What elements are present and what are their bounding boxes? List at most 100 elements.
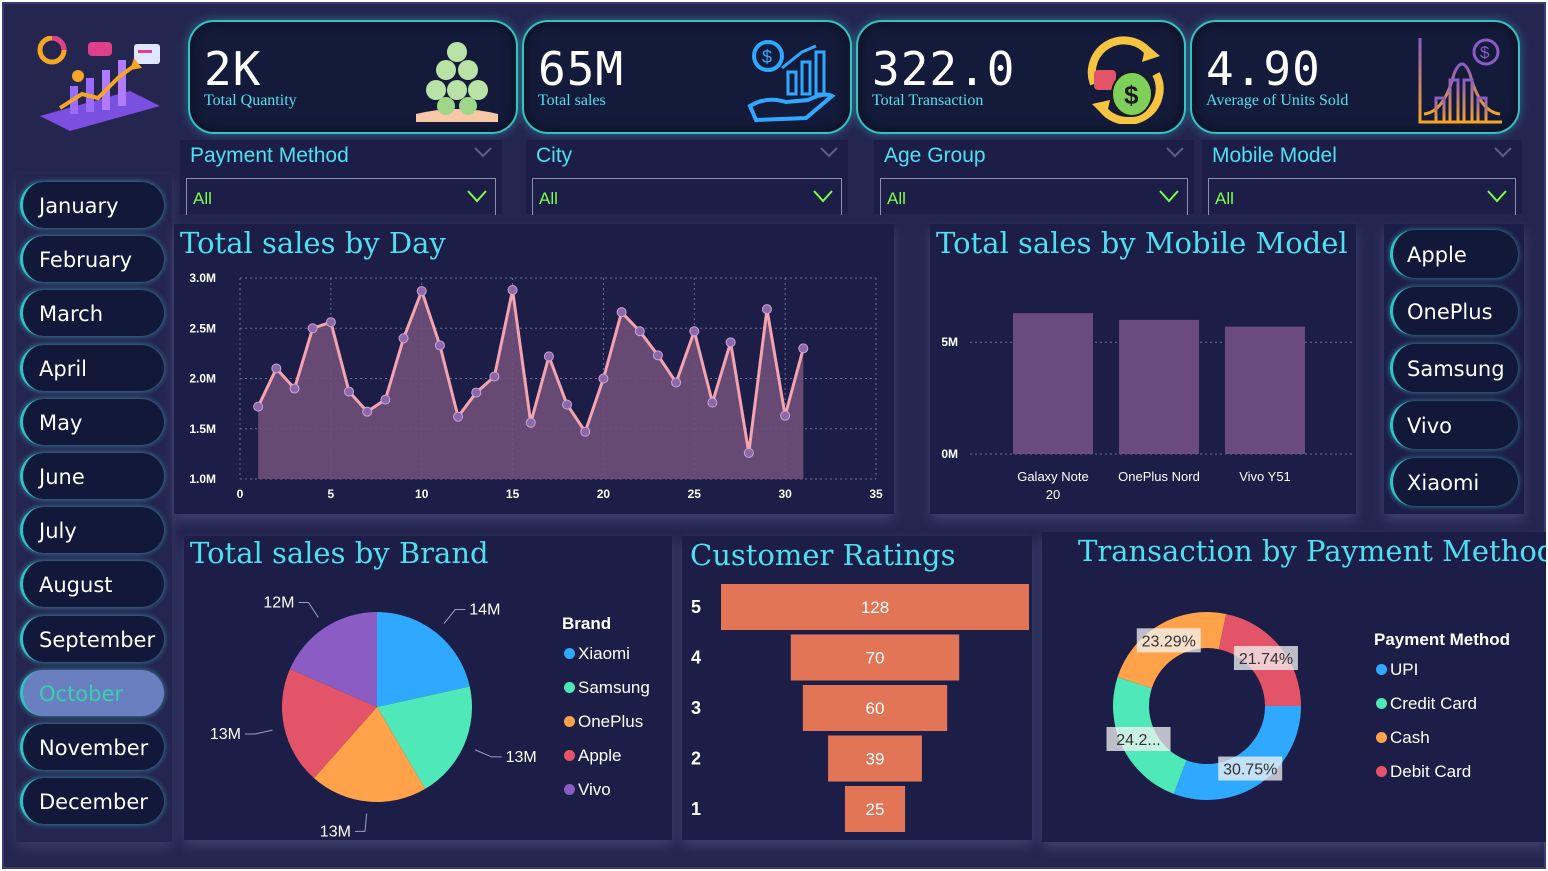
data-point[interactable] <box>271 363 282 374</box>
brand-button-vivo[interactable]: Vivo <box>1390 401 1518 449</box>
data-point[interactable] <box>798 343 809 354</box>
legend-label: Cash <box>1390 728 1430 747</box>
data-point[interactable] <box>562 399 573 410</box>
month-button-june[interactable]: June <box>20 453 164 499</box>
data-point[interactable] <box>725 337 736 348</box>
slicer-dropdown[interactable]: All <box>532 178 842 215</box>
month-button-october[interactable]: October <box>20 669 164 716</box>
month-button-april[interactable]: April <box>20 344 164 391</box>
chevron-down-icon[interactable] <box>1487 189 1507 203</box>
data-point[interactable] <box>398 333 409 344</box>
chevron-down-icon[interactable] <box>467 189 487 203</box>
data-point[interactable] <box>325 317 336 328</box>
month-button-january[interactable]: January <box>20 182 164 228</box>
data-point[interactable] <box>453 411 464 422</box>
data-point[interactable] <box>580 426 591 437</box>
slicer-payment-method[interactable]: Payment Method All <box>180 140 502 215</box>
model-bar-chart[interactable]: 0M 5M Galaxy Note 20 OnePlus Nord Vivo Y51 <box>930 224 1356 514</box>
data-point[interactable] <box>344 386 355 397</box>
area-fill <box>258 290 804 479</box>
payment-donut-chart[interactable]: 30.75% 24.2... 23.29% 21.74% <box>1042 532 1372 842</box>
legend-dot <box>564 750 575 761</box>
data-point[interactable] <box>761 304 772 315</box>
data-point[interactable] <box>743 447 754 458</box>
slicer-dropdown[interactable]: All <box>186 178 496 215</box>
data-point[interactable] <box>362 406 373 417</box>
data-point[interactable] <box>707 397 718 408</box>
data-point[interactable] <box>507 285 518 296</box>
x-tick-label: Vivo Y51 <box>1239 469 1291 484</box>
data-point[interactable] <box>471 387 482 398</box>
chevron-down-icon[interactable] <box>1166 146 1184 158</box>
day-area-chart[interactable]: 1.0M 1.5M 2.0M 2.5M 3.0M 0 5 10 15 20 25 30 35 <box>174 224 894 514</box>
month-button-november[interactable]: November <box>20 724 164 770</box>
month-button-february[interactable]: February <box>20 236 164 283</box>
brand-button-samsung[interactable]: Samsung <box>1390 344 1518 392</box>
data-point[interactable] <box>307 323 318 334</box>
month-button-december[interactable]: December <box>20 778 164 825</box>
legend-item[interactable]: Credit Card <box>1376 694 1477 714</box>
data-point[interactable] <box>525 417 536 428</box>
ratings-funnel-chart[interactable]: 128 5 70 4 60 3 39 2 25 1 <box>682 536 1032 840</box>
chevron-down-icon[interactable] <box>1494 146 1512 158</box>
data-label: 24.2... <box>1116 732 1160 749</box>
brand-button-xiaomi[interactable]: Xiaomi <box>1390 458 1518 506</box>
data-point[interactable] <box>253 401 264 412</box>
data-point[interactable] <box>689 326 700 337</box>
legend-item[interactable]: Xiaomi <box>564 644 630 664</box>
data-label: 30.75% <box>1223 762 1277 779</box>
legend-item[interactable]: OnePlus <box>564 712 643 732</box>
legend-label: Vivo <box>578 780 611 799</box>
legend-item[interactable]: Debit Card <box>1376 762 1471 782</box>
data-point[interactable] <box>489 371 500 382</box>
slicer-city[interactable]: City All <box>526 140 848 215</box>
label-leader <box>443 609 466 624</box>
data-point[interactable] <box>416 286 427 297</box>
bar[interactable] <box>1225 326 1305 454</box>
month-button-august[interactable]: August <box>20 561 164 608</box>
legend-item[interactable]: Vivo <box>564 780 611 800</box>
data-point[interactable] <box>380 394 391 405</box>
money-stack-icon <box>416 42 498 122</box>
month-label: May <box>39 410 83 435</box>
legend-dot <box>1376 766 1387 777</box>
data-point[interactable] <box>616 307 627 318</box>
chevron-down-icon[interactable] <box>474 146 492 158</box>
data-point[interactable] <box>671 377 682 388</box>
slicer-dropdown[interactable]: All <box>880 178 1188 215</box>
legend-dot <box>564 648 575 659</box>
month-button-may[interactable]: May <box>20 398 164 445</box>
data-point[interactable] <box>434 340 445 351</box>
legend-item[interactable]: Apple <box>564 746 621 766</box>
data-point[interactable] <box>598 373 609 384</box>
data-point[interactable] <box>543 351 554 362</box>
chevron-down-icon[interactable] <box>813 189 833 203</box>
chart-sales-by-model: Total sales by Mobile Model 0M 5M Galaxy N… <box>930 224 1356 514</box>
data-label: 23.29% <box>1142 633 1196 650</box>
bar[interactable] <box>1013 313 1093 454</box>
donut-slice[interactable] <box>1173 706 1301 800</box>
slicer-dropdown[interactable]: All <box>1208 178 1516 215</box>
data-point[interactable] <box>652 350 663 361</box>
logo-panel <box>26 14 174 148</box>
data-point[interactable] <box>289 383 300 394</box>
legend-item[interactable]: Samsung <box>564 678 650 698</box>
month-button-march[interactable]: March <box>20 290 164 337</box>
slicer-mobile-model[interactable]: Mobile Model All <box>1202 140 1522 215</box>
month-button-july[interactable]: July <box>20 507 164 554</box>
legend-item[interactable]: UPI <box>1376 660 1418 680</box>
data-point[interactable] <box>634 326 645 337</box>
legend-item[interactable]: Cash <box>1376 728 1430 748</box>
brand-button-apple[interactable]: Apple <box>1390 230 1518 278</box>
month-button-september[interactable]: September <box>20 615 164 662</box>
chevron-down-icon[interactable] <box>820 146 838 158</box>
brand-button-oneplus[interactable]: OnePlus <box>1390 287 1518 335</box>
data-point[interactable] <box>780 410 791 421</box>
slicer-age-group[interactable]: Age Group All <box>874 140 1194 215</box>
month-label: April <box>39 356 87 381</box>
legend-dot <box>564 784 575 795</box>
bar[interactable] <box>1119 319 1199 454</box>
brand-label: Apple <box>1407 243 1467 267</box>
label-leader <box>244 729 273 735</box>
chevron-down-icon[interactable] <box>1159 189 1179 203</box>
